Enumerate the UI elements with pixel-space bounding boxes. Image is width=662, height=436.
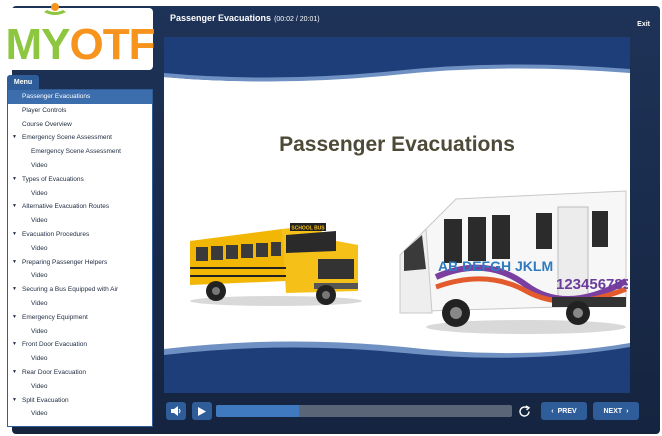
menu-item[interactable]: Passenger Evacuations xyxy=(8,90,152,104)
course-title: Passenger Evacuations (00:02 / 20:01) xyxy=(170,13,320,23)
paratransit-letters: AB DEFGH JKLM xyxy=(438,258,553,274)
prev-button[interactable]: ‹ PREV xyxy=(541,402,587,420)
menu-item-label: Video xyxy=(31,217,48,225)
exit-button[interactable]: Exit xyxy=(637,21,650,28)
menu-panel: Passenger Evacuations Player Controls Cour… xyxy=(7,89,153,427)
menu-item-label: Video xyxy=(31,244,48,252)
chevron-down-icon[interactable]: ▼ xyxy=(12,338,17,352)
menu-item[interactable]: ▼ Rear Door Evacuation xyxy=(8,366,152,380)
menu-item[interactable]: ▼ Types of Evacuations xyxy=(8,173,152,187)
logo-letter-y: Y xyxy=(41,3,71,69)
menu-item-label: Emergency Equipment xyxy=(22,313,88,321)
menu-item-label: Front Door Evacuation xyxy=(22,341,88,349)
paratransit-bus-image: AB DEFGH JKLM 123456789 xyxy=(399,190,628,334)
next-label: NEXT xyxy=(603,407,623,415)
menu-subitem[interactable]: Emergency Scene Assessment xyxy=(8,145,152,159)
progress-bar[interactable] xyxy=(216,405,512,417)
menu-item-label: Video xyxy=(31,327,48,335)
menu-item-label: Evacuation Procedures xyxy=(22,230,90,238)
chevron-left-icon: ‹ xyxy=(551,407,554,415)
next-button[interactable]: NEXT › xyxy=(593,402,639,420)
menu-item[interactable]: ▼ Emergency Scene Assessment xyxy=(8,131,152,145)
progress-fill xyxy=(216,405,299,417)
menu-subitem[interactable]: Video xyxy=(8,297,152,311)
speaker-icon xyxy=(171,406,181,416)
refresh-icon xyxy=(518,404,530,417)
chevron-down-icon[interactable]: ▼ xyxy=(12,256,17,270)
logo-letter-m: M xyxy=(5,20,43,69)
school-bus-image: SCHOOL BUS xyxy=(190,223,362,306)
menu-item-label: Video xyxy=(31,161,48,169)
menu-subitem[interactable]: Video xyxy=(8,187,152,201)
play-button[interactable] xyxy=(192,402,212,420)
menu-subitem[interactable]: Video xyxy=(8,325,152,339)
menu-subitem[interactable]: Video xyxy=(8,242,152,256)
menu-item-label: Types of Evacuations xyxy=(22,175,84,183)
menu-item[interactable]: ▼ Split Evacuation xyxy=(8,394,152,408)
prev-label: PREV xyxy=(557,407,577,415)
menu-item[interactable]: ▼ Front Door Evacuation xyxy=(8,338,152,352)
chevron-down-icon[interactable]: ▼ xyxy=(12,200,17,214)
slide-title: Passenger Evacuations xyxy=(279,133,515,156)
logo-letters-otf: OTF xyxy=(69,20,156,69)
person-icon xyxy=(44,3,67,15)
menu-item[interactable]: Player Controls xyxy=(8,104,152,118)
paratransit-numbers: 123456789 xyxy=(556,276,628,293)
menu-item-label: Emergency Scene Assessment xyxy=(22,134,112,142)
logo: M YOTF xyxy=(5,3,156,70)
logo-text: M YOTF xyxy=(5,3,156,69)
chevron-right-icon: › xyxy=(626,407,629,415)
menu-item-label: Video xyxy=(31,410,48,418)
menu-item-label: Video xyxy=(31,299,48,307)
menu-subitem[interactable]: Video xyxy=(8,407,152,421)
school-bus-sign: SCHOOL BUS xyxy=(291,226,325,232)
menu-item-label: Player Controls xyxy=(22,106,67,114)
chevron-down-icon[interactable]: ▼ xyxy=(12,173,17,187)
play-icon xyxy=(198,406,206,416)
course-title-text: Passenger Evacuations xyxy=(170,13,272,23)
menu-item-label: Rear Door Evacuation xyxy=(22,368,86,376)
menu-item[interactable]: ▼ Emergency Equipment xyxy=(8,311,152,325)
slide-bottom-wave xyxy=(164,341,630,393)
chevron-down-icon[interactable]: ▼ xyxy=(12,131,17,145)
slide-area: Passenger Evacuations SCHOOL BUS AB DEFG… xyxy=(164,37,630,393)
menu-subitem[interactable]: Video xyxy=(8,380,152,394)
menu-item[interactable]: ▼ Evacuation Procedures xyxy=(8,228,152,242)
playback-time: (00:02 / 20:01) xyxy=(274,16,320,23)
menu-item-label: Split Evacuation xyxy=(22,396,69,404)
menu-item-label: Emergency Scene Assessment xyxy=(31,148,121,156)
menu-item-label: Video xyxy=(31,355,48,363)
menu-item[interactable]: ▼ Alternative Evacuation Routes xyxy=(8,200,152,214)
chevron-down-icon[interactable]: ▼ xyxy=(12,228,17,242)
replay-button[interactable] xyxy=(516,403,532,419)
menu-item-label: Course Overview xyxy=(22,120,72,128)
menu-subitem[interactable]: Video xyxy=(8,214,152,228)
menu-subitem[interactable]: Video xyxy=(8,352,152,366)
menu-item-label: Passenger Evacuations xyxy=(22,93,91,100)
menu-item-label: Video xyxy=(31,189,48,197)
chevron-down-icon[interactable]: ▼ xyxy=(12,366,17,380)
volume-button[interactable] xyxy=(166,402,186,420)
chevron-down-icon[interactable]: ▼ xyxy=(12,283,17,297)
menu-item-label: Securing a Bus Equipped with Air xyxy=(22,286,119,294)
menu-item[interactable]: Course Overview xyxy=(8,118,152,132)
chevron-down-icon[interactable]: ▼ xyxy=(12,311,17,325)
menu-item-label: Video xyxy=(31,272,48,280)
menu-item-label: Video xyxy=(31,382,48,390)
chevron-down-icon[interactable]: ▼ xyxy=(12,394,17,408)
slide-top-wave xyxy=(164,37,630,82)
menu-item-label: Preparing Passenger Helpers xyxy=(22,258,108,266)
menu-item[interactable]: ▼ Preparing Passenger Helpers xyxy=(8,256,152,270)
menu-item[interactable]: ▼ Securing a Bus Equipped with Air xyxy=(8,283,152,297)
menu-subitem[interactable]: Video xyxy=(8,269,152,283)
menu-tab[interactable]: Menu xyxy=(7,75,39,89)
menu-item-label: Alternative Evacuation Routes xyxy=(22,203,110,211)
menu-subitem[interactable]: Video xyxy=(8,159,152,173)
